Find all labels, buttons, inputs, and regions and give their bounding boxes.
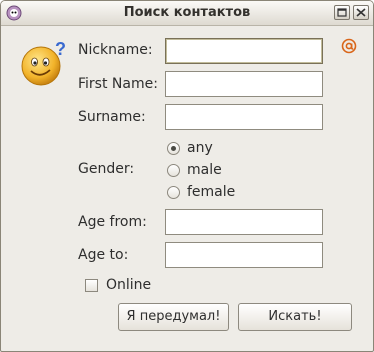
gender-option-female[interactable]: female bbox=[167, 184, 235, 200]
search-contacts-window: Поиск контактов ? Nickname: First Name: … bbox=[0, 0, 374, 352]
gender-option-any[interactable]: any bbox=[167, 140, 213, 156]
first-name-input[interactable] bbox=[165, 71, 323, 97]
first-name-label: First Name: bbox=[78, 76, 158, 92]
search-button[interactable]: Искать! bbox=[238, 303, 352, 331]
svg-text:?: ? bbox=[55, 39, 66, 59]
window-title: Поиск контактов bbox=[123, 5, 251, 20]
cancel-button[interactable]: Я передумал! bbox=[118, 303, 229, 331]
online-label: Online bbox=[106, 277, 152, 293]
maximize-button[interactable] bbox=[334, 5, 350, 20]
online-option[interactable]: Online bbox=[85, 277, 151, 293]
title-bar: Поиск контактов bbox=[1, 1, 373, 26]
radio-label-male: male bbox=[187, 162, 222, 178]
close-icon bbox=[356, 8, 366, 17]
nickname-label: Nickname: bbox=[78, 42, 153, 58]
age-from-label: Age from: bbox=[78, 214, 147, 230]
age-to-input[interactable] bbox=[165, 242, 323, 268]
age-to-label: Age to: bbox=[78, 247, 129, 263]
surname-label: Surname: bbox=[78, 109, 146, 125]
radio-label-any: any bbox=[187, 140, 213, 156]
age-from-input[interactable] bbox=[165, 209, 323, 235]
radio-any[interactable] bbox=[167, 141, 180, 155]
nickname-input[interactable] bbox=[165, 38, 323, 64]
radio-label-female: female bbox=[187, 184, 236, 200]
surname-input[interactable] bbox=[165, 104, 323, 130]
gender-label: Gender: bbox=[78, 161, 135, 177]
radio-male[interactable] bbox=[167, 163, 180, 177]
smiley-question-icon: ? bbox=[21, 39, 66, 86]
radio-female[interactable] bbox=[167, 185, 180, 199]
online-checkbox[interactable] bbox=[85, 278, 98, 292]
gender-option-male[interactable]: male bbox=[167, 162, 222, 178]
maximize-icon bbox=[337, 8, 347, 17]
close-button[interactable] bbox=[353, 5, 369, 20]
at-sign-icon[interactable] bbox=[341, 38, 357, 54]
